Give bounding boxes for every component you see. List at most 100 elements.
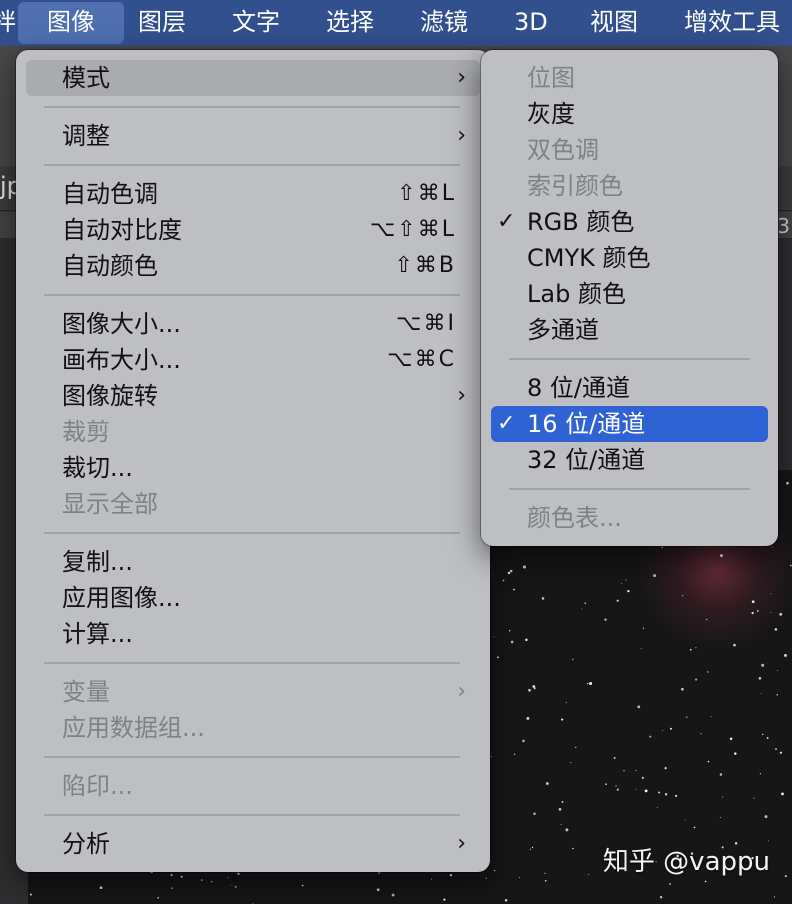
chevron-right-icon: › bbox=[457, 679, 466, 704]
star bbox=[507, 571, 511, 575]
menu-item-label: 变量 bbox=[62, 678, 110, 706]
keyboard-shortcut: ⇧⌘B bbox=[394, 253, 456, 278]
menu-item-label: Lab 颜色 bbox=[527, 280, 626, 308]
star bbox=[502, 579, 505, 582]
star bbox=[533, 812, 536, 815]
menu-item-label: 裁剪 bbox=[62, 418, 110, 446]
star bbox=[431, 878, 432, 880]
star bbox=[513, 753, 516, 755]
star bbox=[575, 746, 577, 749]
star bbox=[180, 875, 183, 878]
star bbox=[659, 896, 663, 899]
menu-item-trim[interactable]: 裁切... bbox=[26, 450, 480, 486]
menu-item-adjustments[interactable]: 调整 › bbox=[26, 118, 480, 154]
star bbox=[616, 788, 619, 791]
menu-item-label: 自动颜色 bbox=[62, 252, 158, 280]
menubar-item-plugins[interactable]: 增效工具 bbox=[684, 0, 780, 46]
star bbox=[695, 647, 697, 649]
menu-item-label: 应用数据组... bbox=[62, 714, 205, 742]
menu-item-variables[interactable]: 变量 › bbox=[26, 674, 480, 710]
star bbox=[751, 600, 755, 604]
star bbox=[589, 682, 593, 685]
menu-item-reveal-all[interactable]: 显示全部 bbox=[26, 486, 480, 522]
star bbox=[200, 879, 203, 881]
star bbox=[700, 733, 702, 735]
star bbox=[526, 716, 530, 720]
menu-item-auto-tone[interactable]: 自动色调 ⇧⌘L bbox=[26, 176, 480, 212]
menu-item-trap[interactable]: 陷印... bbox=[26, 768, 480, 804]
star bbox=[519, 877, 521, 879]
menubar-item-layer[interactable]: 图层 bbox=[138, 0, 186, 46]
checkmark-icon: ✓ bbox=[497, 209, 516, 234]
star bbox=[234, 886, 237, 888]
star bbox=[706, 618, 708, 621]
menu-item-canvas-size[interactable]: 画布大小... ⌥⌘C bbox=[26, 342, 480, 378]
mode-item-8-bits[interactable]: 8 位/通道 bbox=[491, 370, 768, 406]
chevron-right-icon: › bbox=[457, 65, 466, 90]
star bbox=[561, 718, 564, 721]
menu-item-auto-color[interactable]: 自动颜色 ⇧⌘B bbox=[26, 248, 480, 284]
mode-item-32-bits[interactable]: 32 位/通道 bbox=[491, 442, 768, 478]
menubar-item-image[interactable]: 图像 bbox=[18, 2, 124, 44]
star bbox=[615, 785, 617, 787]
menu-item-label: 索引颜色 bbox=[527, 172, 623, 200]
menu-item-label: 8 位/通道 bbox=[527, 374, 630, 402]
star bbox=[770, 612, 772, 614]
menu-item-apply-image[interactable]: 应用图像... bbox=[26, 580, 480, 616]
keyboard-shortcut: ⌥⌘C bbox=[387, 347, 456, 372]
menu-separator bbox=[509, 488, 750, 490]
mode-item-indexed-color[interactable]: 索引颜色 bbox=[491, 168, 768, 204]
star bbox=[661, 546, 664, 549]
menu-item-label: 调整 bbox=[62, 122, 110, 150]
menu-item-label: 图像大小... bbox=[62, 310, 181, 338]
mode-item-grayscale[interactable]: 灰度 bbox=[491, 96, 768, 132]
menubar-item-view[interactable]: 视图 bbox=[590, 0, 638, 46]
menu-item-duplicate[interactable]: 复制... bbox=[26, 544, 480, 580]
star bbox=[544, 880, 547, 882]
star bbox=[733, 643, 736, 647]
mode-item-multichannel[interactable]: 多通道 bbox=[491, 312, 768, 348]
menu-item-crop[interactable]: 裁剪 bbox=[26, 414, 480, 450]
star bbox=[613, 756, 616, 759]
menubar-item-type[interactable]: 文字 bbox=[232, 0, 280, 46]
star bbox=[621, 583, 623, 585]
star bbox=[720, 554, 723, 558]
menu-item-label: 16 位/通道 bbox=[527, 410, 646, 438]
star bbox=[664, 793, 668, 796]
menubar-item-3d[interactable]: 3D bbox=[514, 0, 548, 46]
menu-item-label: 裁切... bbox=[62, 454, 133, 482]
menu-item-auto-contrast[interactable]: 自动对比度 ⌥⇧⌘L bbox=[26, 212, 480, 248]
star bbox=[443, 898, 446, 901]
menubar-item-edit[interactable]: 拌 bbox=[0, 0, 16, 46]
menu-item-image-size[interactable]: 图像大小... ⌥⌘I bbox=[26, 306, 480, 342]
mode-item-16-bits[interactable]: ✓ 16 位/通道 bbox=[491, 406, 768, 442]
star bbox=[710, 716, 712, 718]
star bbox=[649, 735, 652, 738]
star bbox=[789, 564, 792, 567]
menu-item-calculations[interactable]: 计算... bbox=[26, 616, 480, 652]
menubar-item-select[interactable]: 选择 bbox=[326, 0, 374, 46]
menu-item-apply-data-set[interactable]: 应用数据组... bbox=[26, 710, 480, 746]
mode-item-rgb-color[interactable]: ✓ RGB 颜色 bbox=[491, 204, 768, 240]
menu-item-analysis[interactable]: 分析 › bbox=[26, 826, 480, 862]
star bbox=[761, 663, 765, 667]
star bbox=[616, 599, 619, 602]
menu-item-mode[interactable]: 模式 › bbox=[26, 60, 480, 96]
star bbox=[157, 896, 160, 899]
mode-item-color-table[interactable]: 颜色表... bbox=[491, 500, 768, 536]
mode-item-cmyk-color[interactable]: CMYK 颜色 bbox=[491, 240, 768, 276]
menubar-item-filter[interactable]: 滤镜 bbox=[420, 0, 468, 46]
mode-item-lab-color[interactable]: Lab 颜色 bbox=[491, 276, 768, 312]
star bbox=[753, 797, 755, 799]
mode-item-duotone[interactable]: 双色调 bbox=[491, 132, 768, 168]
star bbox=[533, 687, 536, 690]
star bbox=[227, 877, 229, 879]
menu-item-image-rotation[interactable]: 图像旋转 › bbox=[26, 378, 480, 414]
star bbox=[774, 628, 778, 631]
checkmark-icon: ✓ bbox=[497, 411, 516, 436]
star bbox=[513, 588, 515, 591]
menu-item-label: 双色调 bbox=[527, 136, 599, 164]
menu-item-label: 自动色调 bbox=[62, 180, 158, 208]
menu-separator bbox=[44, 164, 460, 166]
mode-item-bitmap[interactable]: 位图 bbox=[491, 60, 768, 96]
